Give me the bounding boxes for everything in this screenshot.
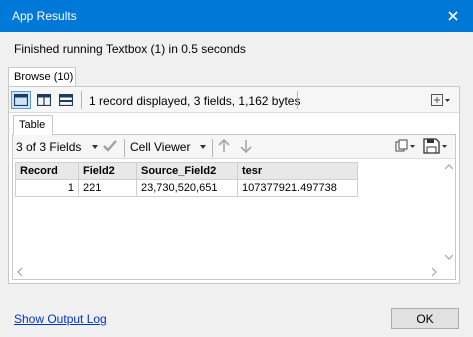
check-icon[interactable] [102, 139, 118, 156]
cell-field2[interactable]: 221 [78, 179, 137, 197]
divider [297, 91, 298, 109]
grid-header-row: Record Field2 Source_Field2 tesr [15, 162, 358, 180]
single-view-icon[interactable] [11, 91, 31, 109]
layout-options-icon[interactable] [429, 91, 453, 109]
split-horizontal-icon[interactable] [56, 91, 76, 109]
column-header-record[interactable]: Record [15, 162, 79, 180]
divider [124, 139, 125, 157]
browse-toolbar: 1 record displayed, 3 fields, 1,162 byte… [9, 87, 459, 113]
table-toolbar: 3 of 3 Fields Cell Viewer [13, 135, 455, 159]
chevron-down-icon[interactable] [200, 145, 206, 149]
cell-source-field2[interactable]: 23,730,520,651 [136, 179, 238, 197]
status-message: Finished running Textbox (1) in 0.5 seco… [14, 42, 246, 56]
split-vertical-icon[interactable] [34, 91, 54, 109]
records-info: 1 record displayed, 3 fields, 1,162 byte… [89, 94, 301, 108]
tab-table[interactable]: Table [13, 115, 53, 135]
viewer-select[interactable]: Cell Viewer [130, 140, 190, 154]
chevron-down-icon[interactable] [92, 145, 98, 149]
tab-browse[interactable]: Browse (10) [8, 67, 76, 87]
vertical-scrollbar[interactable] [442, 160, 455, 264]
scroll-right-icon[interactable] [432, 268, 437, 276]
column-header-field2[interactable]: Field2 [78, 162, 137, 180]
scroll-left-icon[interactable] [17, 268, 22, 276]
ok-button[interactable]: OK [391, 308, 459, 329]
column-header-source-field2[interactable]: Source_Field2 [136, 162, 238, 180]
scroll-down-icon[interactable] [445, 255, 453, 260]
arrow-up-icon[interactable] [216, 138, 232, 157]
table-view: 3 of 3 Fields Cell Viewer Record Field2 … [12, 134, 456, 280]
close-icon[interactable] [433, 0, 473, 32]
divider [81, 91, 82, 109]
horizontal-scrollbar[interactable] [13, 265, 455, 279]
copy-icon[interactable] [395, 139, 417, 156]
dialog-footer: Show Output Log OK [0, 298, 473, 337]
column-header-tesr[interactable]: tesr [237, 162, 358, 180]
results-grid: Record Field2 Source_Field2 tesr 1 221 2… [15, 162, 358, 197]
show-output-log-link[interactable]: Show Output Log [14, 312, 107, 326]
browse-panel: 1 record displayed, 3 fields, 1,162 byte… [8, 86, 460, 284]
title-bar: App Results [0, 0, 473, 32]
cell-tesr[interactable]: 107377921.497738 [237, 179, 358, 197]
fields-select[interactable]: 3 of 3 Fields [16, 140, 81, 154]
save-icon[interactable] [423, 138, 449, 157]
scroll-up-icon[interactable] [445, 164, 453, 169]
cell-record[interactable]: 1 [15, 179, 79, 197]
table-row[interactable]: 1 221 23,730,520,651 107377921.497738 [15, 179, 358, 197]
app-results-window: App Results Finished running Textbox (1)… [0, 0, 473, 337]
arrow-down-icon[interactable] [238, 138, 254, 157]
window-title: App Results [12, 9, 77, 23]
divider [212, 139, 213, 157]
